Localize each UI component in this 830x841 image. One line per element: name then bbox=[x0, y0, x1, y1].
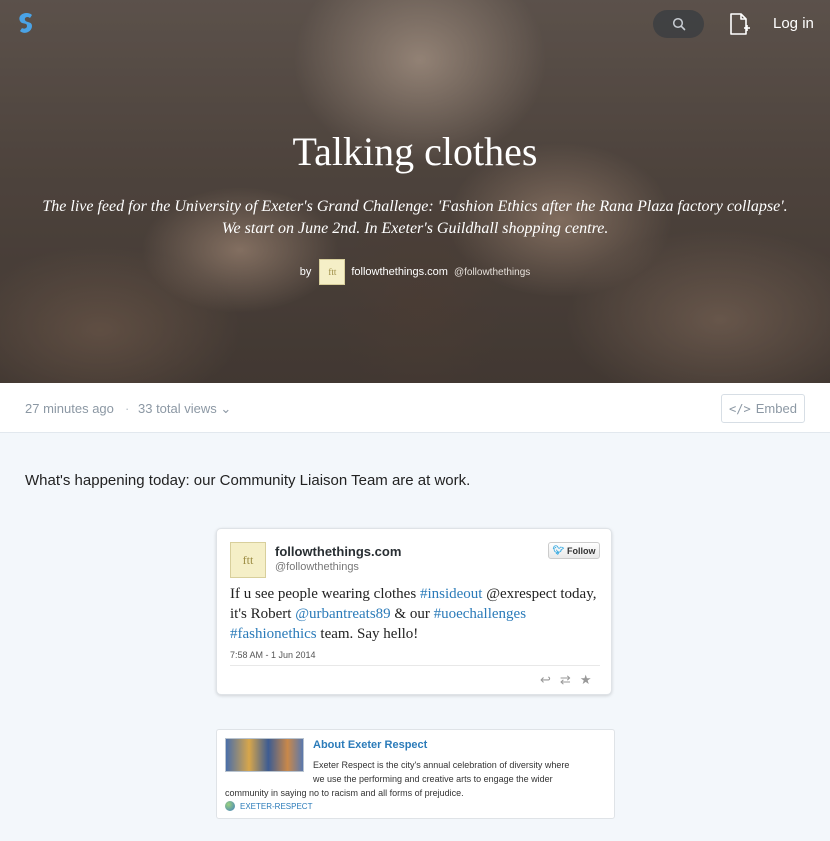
search-icon bbox=[672, 17, 685, 31]
tweet-avatar[interactable]: ftt bbox=[230, 542, 266, 578]
new-story-icon[interactable] bbox=[726, 11, 752, 37]
author-handle-link[interactable]: @followthethings bbox=[454, 267, 530, 278]
time-ago: 27 minutes ago bbox=[25, 401, 114, 416]
embedded-tweet: ftt followthethings.com @followthethings… bbox=[216, 528, 612, 695]
globe-icon bbox=[225, 801, 235, 811]
link-description-line: community in saying no to racism and all… bbox=[225, 788, 464, 798]
tweet-author-handle[interactable]: @followthethings bbox=[275, 561, 359, 573]
follow-button[interactable]: 🐦︎ Follow bbox=[548, 542, 600, 559]
divider bbox=[230, 665, 600, 666]
embed-label: Embed bbox=[755, 401, 797, 416]
byline: by ftt followthethings.com @followthethi… bbox=[0, 259, 830, 285]
meta-separator: · bbox=[125, 401, 130, 416]
tweet-text-part: & our bbox=[390, 606, 434, 622]
page-title: Talking clothes bbox=[292, 129, 538, 174]
author-name-link[interactable]: followthethings.com bbox=[351, 266, 448, 278]
story-header: Log in Talking clothes The live feed for… bbox=[0, 0, 830, 383]
hashtag-link[interactable]: #insideout bbox=[420, 586, 483, 602]
tweet-actions: ↩ ⇄ ★ bbox=[540, 672, 591, 688]
intro-text: What's happening today: our Community Li… bbox=[25, 472, 471, 489]
views-dropdown[interactable]: 33 total views ⌄ bbox=[138, 401, 231, 417]
hashtag-link[interactable]: #fashionethics bbox=[230, 626, 317, 642]
story-description-line: We start on June 2nd. In Exeter's Guildh… bbox=[221, 220, 609, 237]
tweet-timestamp[interactable]: 7:58 AM - 1 Jun 2014 bbox=[230, 650, 316, 660]
tweet-text-part: If u see people wearing clothes bbox=[230, 586, 420, 602]
follow-label: Follow bbox=[566, 545, 596, 556]
link-description-line: we use the performing and creative arts … bbox=[313, 774, 553, 784]
code-icon: </> bbox=[729, 401, 751, 416]
embed-button[interactable]: </> Embed bbox=[721, 394, 805, 423]
tweet-text-part: team. Say hello! bbox=[316, 626, 419, 642]
search-button[interactable] bbox=[653, 10, 704, 38]
story-description-line: The live feed for the University of Exet… bbox=[42, 198, 788, 215]
login-link[interactable]: Log in bbox=[773, 15, 814, 32]
mention-link[interactable]: @urbantreats89 bbox=[295, 606, 390, 622]
link-preview-card[interactable]: About Exeter Respect Exeter Respect is t… bbox=[216, 729, 615, 819]
link-source[interactable]: EXETER-RESPECT bbox=[225, 801, 312, 811]
storify-logo-icon[interactable] bbox=[15, 11, 39, 35]
tweet-author-name[interactable]: followthethings.com bbox=[275, 544, 401, 559]
by-label: by bbox=[299, 266, 312, 278]
story-meta-bar: 27 minutes ago · 33 total views ⌄ </> Em… bbox=[0, 383, 830, 433]
link-source-label: EXETER-RESPECT bbox=[240, 801, 313, 811]
hashtag-link[interactable]: #uoechallenges bbox=[434, 606, 526, 622]
link-title[interactable]: About Exeter Respect bbox=[313, 739, 427, 751]
favorite-icon[interactable]: ★ bbox=[580, 672, 592, 688]
link-description: Exeter Respect is the city's annual cele… bbox=[225, 758, 605, 800]
link-description-line: Exeter Respect is the city's annual cele… bbox=[313, 760, 570, 770]
tweet-text: If u see people wearing clothes #insideo… bbox=[230, 584, 600, 644]
retweet-icon[interactable]: ⇄ bbox=[560, 672, 571, 688]
author-avatar[interactable]: ftt bbox=[319, 259, 346, 285]
twitter-bird-icon: 🐦︎ bbox=[552, 545, 564, 555]
story-description: The live feed for the University of Exet… bbox=[0, 196, 830, 240]
reply-icon[interactable]: ↩ bbox=[540, 672, 551, 688]
